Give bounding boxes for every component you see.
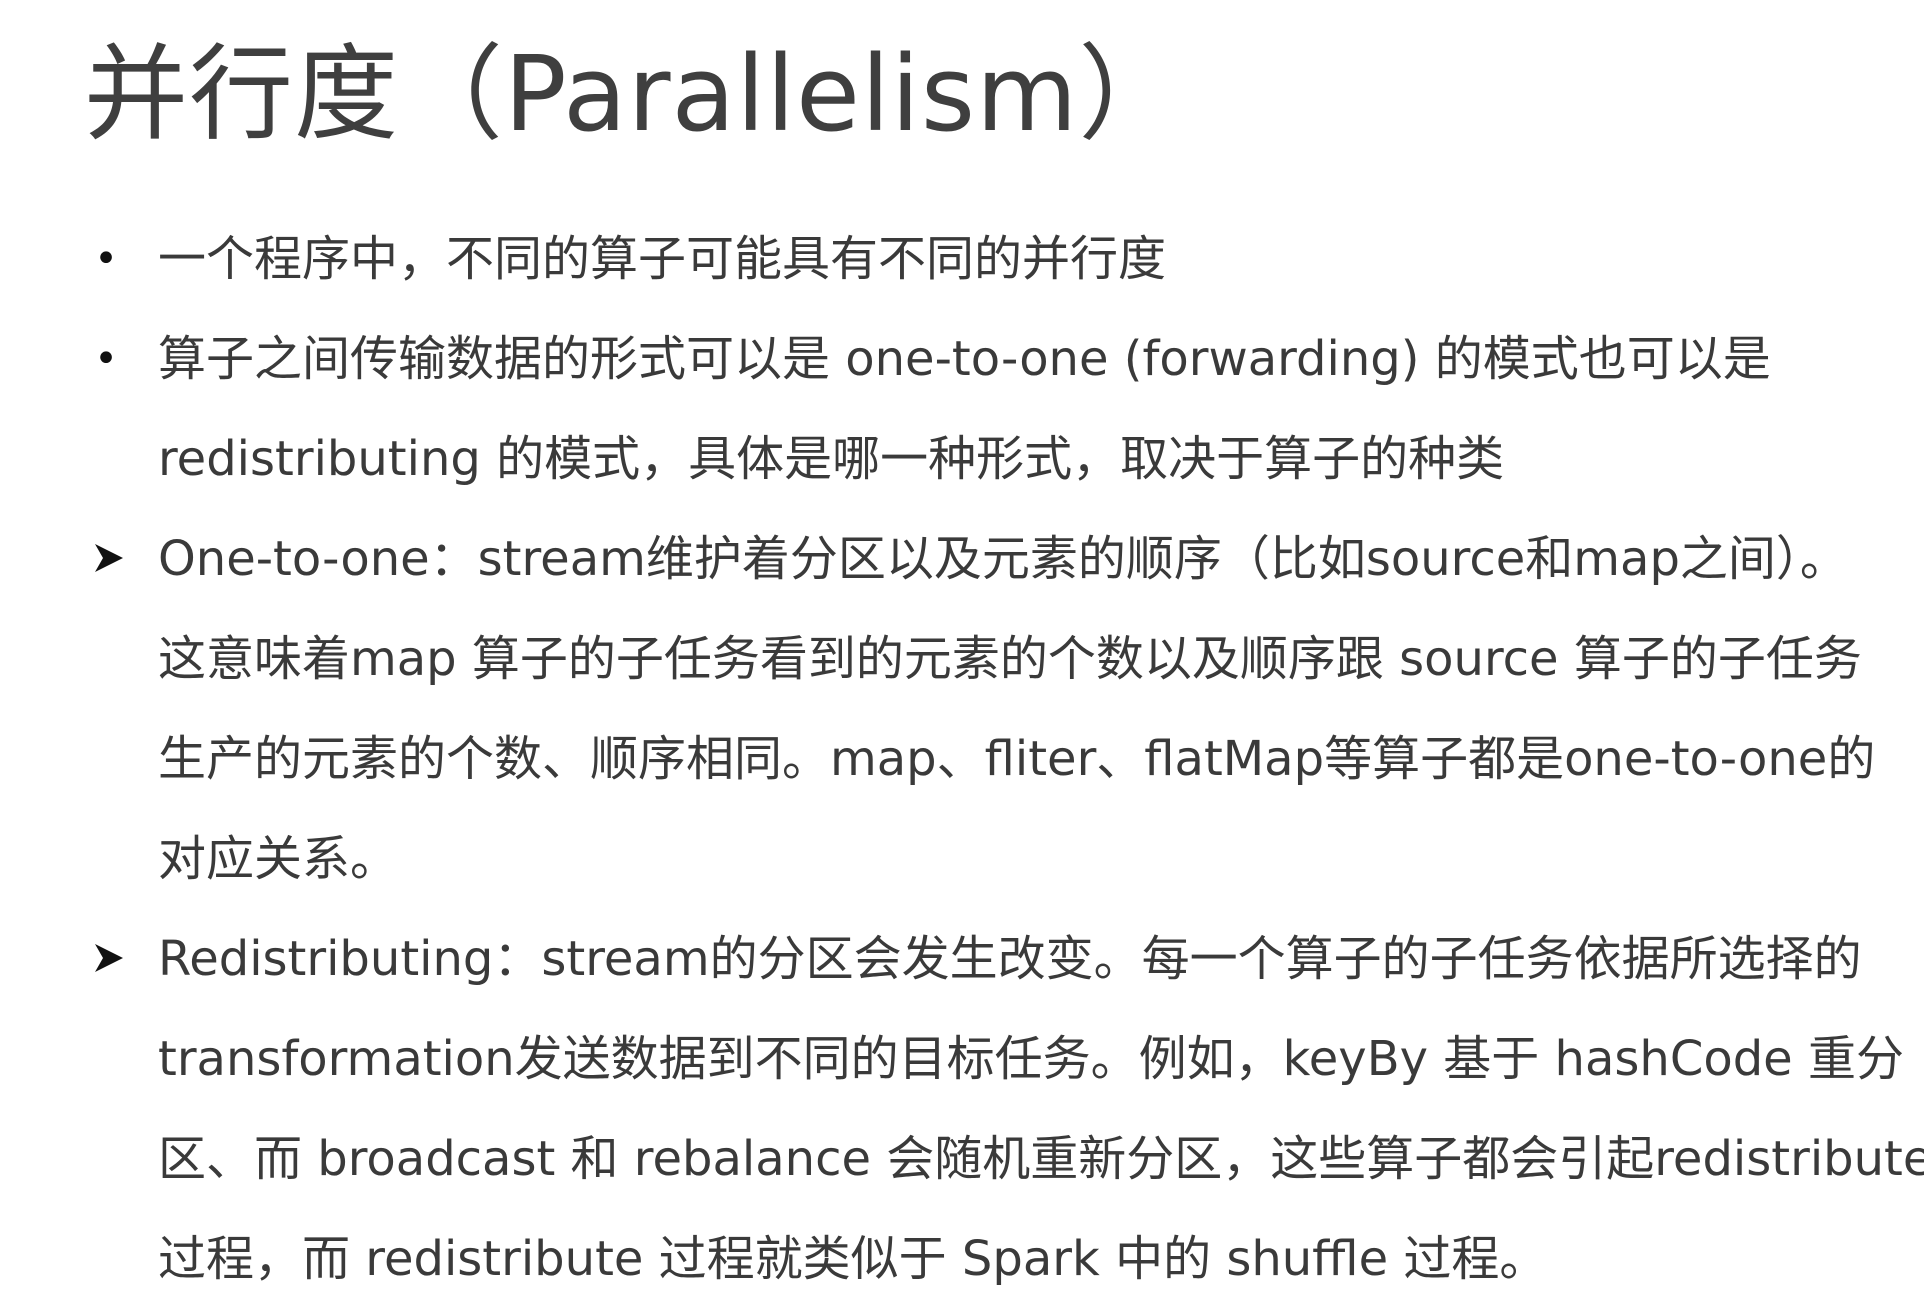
bullet-line: 算子之间传输数据的形式可以是 one-to-one (forwarding) 的… <box>158 331 1771 387</box>
bullet-line: Redistributing：stream的分区会发生改变。每一个算子的子任务依… <box>158 931 1862 987</box>
slide: 并行度（Parallelism） • 一个程序中，不同的算子可能具有不同的并行度… <box>0 0 1924 1290</box>
arrow-bullet-icon <box>86 910 132 976</box>
bullet-line: 这意味着map 算子的子任务看到的元素的个数以及顺序跟 source 算子的子任… <box>158 631 1862 687</box>
bullet-line: 过程，而 redistribute 过程就类似于 Spark 中的 shuffl… <box>158 1231 1548 1287</box>
bullet-line: transformation发送数据到不同的目标任务。例如，keyBy 基于 h… <box>158 1031 1904 1087</box>
bullet-line: 区、而 broadcast 和 rebalance 会随机重新分区，这些算子都会… <box>158 1131 1924 1187</box>
arrow-bullet-icon-shape <box>95 944 123 972</box>
bullet-line: 一个程序中，不同的算子可能具有不同的并行度 <box>158 231 1167 287</box>
arrow-bullet-icon <box>86 510 132 576</box>
bullet-dot-icon: • <box>94 336 118 382</box>
bullet-dot-icon: • <box>94 236 118 282</box>
bullet-line: One-to-one：stream维护着分区以及元素的顺序（比如source和m… <box>158 531 1848 587</box>
bullet-line: 对应关系。 <box>158 831 399 887</box>
bullet-line: redistributing 的模式，具体是哪一种形式，取决于算子的种类 <box>158 431 1505 487</box>
slide-title: 并行度（Parallelism） <box>84 33 1184 155</box>
bullet-line: 生产的元素的个数、顺序相同。map、fliter、flatMap等算子都是one… <box>158 731 1876 787</box>
arrow-bullet-icon-shape <box>95 544 123 572</box>
